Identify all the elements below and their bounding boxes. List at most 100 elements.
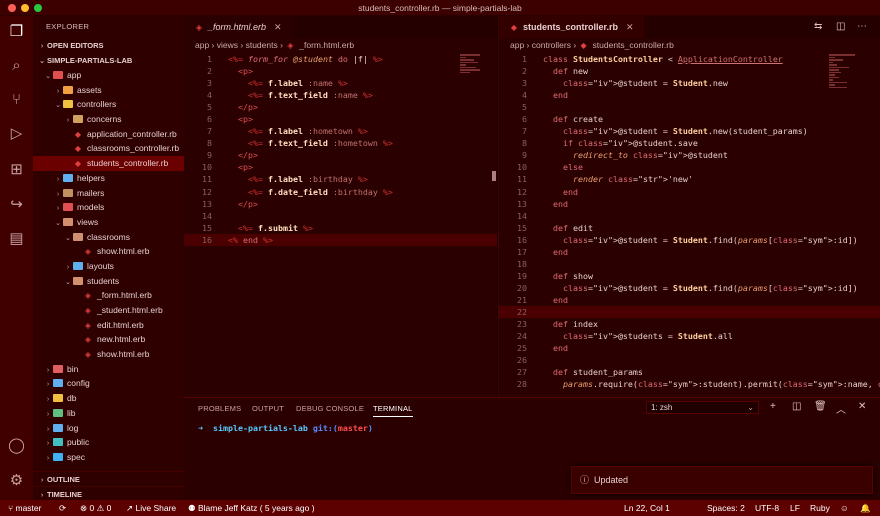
- tab-output[interactable]: OUTPUT: [252, 404, 284, 413]
- file-tree-item[interactable]: › db: [33, 391, 184, 406]
- code-line[interactable]: 17 end: [499, 246, 880, 258]
- sync-icon[interactable]: ⟳: [59, 500, 66, 516]
- file-tree-item[interactable]: ⌄ views: [33, 215, 184, 230]
- language-mode[interactable]: Ruby: [810, 500, 830, 516]
- code-line[interactable]: 5: [499, 101, 880, 113]
- close-panel-icon[interactable]: ✕: [858, 401, 866, 412]
- live-share-button[interactable]: ↗ Live Share: [126, 500, 176, 516]
- code-line[interactable]: 15 def edit: [499, 222, 880, 234]
- encoding[interactable]: UTF-8: [755, 500, 779, 516]
- code-line[interactable]: 15 <%= f.submit %>: [184, 222, 497, 234]
- close-window-button[interactable]: [8, 4, 16, 12]
- code-line[interactable]: 16 class="iv">@student = Student.find(pa…: [499, 234, 880, 246]
- code-line[interactable]: 12 end: [499, 186, 880, 198]
- code-line[interactable]: 25 end: [499, 342, 880, 354]
- tab-terminal[interactable]: TERMINAL: [373, 404, 413, 417]
- minimize-window-button[interactable]: [21, 4, 29, 12]
- file-tree-item[interactable]: ◈ new.html.erb: [33, 332, 184, 347]
- file-tree-item[interactable]: › models: [33, 200, 184, 215]
- file-tree-item[interactable]: ◆ application_controller.rb: [33, 127, 184, 142]
- file-tree-item[interactable]: ◈ edit.html.erb: [33, 318, 184, 333]
- code-line[interactable]: 3 class="iv">@student = Student.new: [499, 77, 880, 89]
- file-tree-item[interactable]: ⌄ classrooms: [33, 230, 184, 245]
- code-line[interactable]: 14: [184, 210, 497, 222]
- file-tree-item[interactable]: › lib: [33, 406, 184, 421]
- file-tree-item[interactable]: › assets: [33, 83, 184, 98]
- close-tab-icon[interactable]: ✕: [626, 22, 634, 32]
- file-tree-item[interactable]: ◈ show.html.erb: [33, 244, 184, 259]
- code-line[interactable]: 18: [499, 258, 880, 270]
- file-tree-item[interactable]: › bin: [33, 362, 184, 377]
- feedback-icon[interactable]: ☺: [840, 500, 849, 516]
- timeline-section[interactable]: › TIMELINE: [33, 486, 184, 500]
- code-line[interactable]: 4 end: [499, 89, 880, 101]
- file-tree-item[interactable]: ◆ students_controller.rb: [33, 156, 184, 171]
- search-icon[interactable]: ⌕: [7, 56, 26, 75]
- code-area-left[interactable]: 1 <%= form_for @student do |f| %> 2 <p> 3 <…: [184, 53, 497, 397]
- problems-indicator[interactable]: ⊗ 0 ⚠ 0: [80, 500, 111, 516]
- outline-section[interactable]: › OUTLINE: [33, 471, 184, 486]
- file-tree-item[interactable]: › public: [33, 435, 184, 450]
- code-line[interactable]: 27 def student_params: [499, 366, 880, 378]
- git-blame[interactable]: ⚉ Blame Jeff Katz ( 5 years ago ): [188, 500, 315, 516]
- scrollbar-left[interactable]: [492, 171, 496, 181]
- code-line[interactable]: 24 class="iv">@students = Student.all: [499, 330, 880, 342]
- file-tree-item[interactable]: › mailers: [33, 186, 184, 201]
- code-line[interactable]: 7 class="iv">@student = Student.new(stud…: [499, 125, 880, 137]
- split-terminal-icon[interactable]: ◫: [792, 401, 801, 412]
- file-tree-item[interactable]: ◆ classrooms_controller.rb: [33, 141, 184, 156]
- code-line[interactable]: 6 <p>: [184, 113, 497, 125]
- code-line[interactable]: 22: [499, 305, 880, 319]
- code-line[interactable]: 3 <%= f.label :name %>: [184, 77, 497, 89]
- file-tree-item[interactable]: ◈ show.html.erb: [33, 347, 184, 362]
- file-tree-item[interactable]: › log: [33, 421, 184, 436]
- line-ending[interactable]: LF: [790, 500, 800, 516]
- notification-toast[interactable]: ⓘ Updated: [571, 466, 873, 494]
- file-tree-item[interactable]: › concerns: [33, 112, 184, 127]
- code-line[interactable]: 11 render class="str">'new': [499, 173, 880, 185]
- code-line[interactable]: 23 def index: [499, 318, 880, 330]
- code-line[interactable]: 2 <p>: [184, 65, 497, 77]
- terminal-select[interactable]: 1: zsh ⌄: [646, 401, 759, 414]
- code-line[interactable]: 26: [499, 354, 880, 366]
- open-changes-icon[interactable]: ⇆: [814, 21, 822, 32]
- code-line[interactable]: 10 else: [499, 161, 880, 173]
- tab-students-controller[interactable]: ◆ students_controller.rb ✕: [499, 16, 644, 38]
- breadcrumb-item[interactable]: students: [246, 40, 278, 50]
- notifications-bell-icon[interactable]: 🔔: [860, 500, 871, 516]
- code-line[interactable]: 13 end: [499, 198, 880, 210]
- new-terminal-icon[interactable]: +: [770, 401, 776, 412]
- code-line[interactable]: 9 </p>: [184, 149, 497, 161]
- code-line[interactable]: 2 def new: [499, 65, 880, 77]
- split-editor-icon[interactable]: ◫: [836, 21, 845, 32]
- file-tree-item[interactable]: › spec: [33, 450, 184, 465]
- code-line[interactable]: 1 <%= form_for @student do |f| %>: [184, 53, 497, 65]
- maximize-window-button[interactable]: [34, 4, 42, 12]
- source-control-icon[interactable]: ⑂: [7, 90, 26, 109]
- code-line[interactable]: 10 <p>: [184, 161, 497, 173]
- extensions-icon[interactable]: ⊞: [7, 160, 26, 179]
- account-icon[interactable]: ◯: [7, 436, 26, 455]
- code-line[interactable]: 6 def create: [499, 113, 880, 125]
- file-tree-item[interactable]: ◈ _form.html.erb: [33, 288, 184, 303]
- code-line[interactable]: 28 params.require(class="sym">:student).…: [499, 378, 880, 390]
- run-debug-icon[interactable]: ▷: [7, 124, 26, 143]
- code-line[interactable]: 1 class StudentsController < ApplicationC…: [499, 53, 880, 65]
- code-line[interactable]: 5 </p>: [184, 101, 497, 113]
- file-tree-item[interactable]: ◈ _student.html.erb: [33, 303, 184, 318]
- file-tree-item[interactable]: › layouts: [33, 259, 184, 274]
- files-icon[interactable]: ❐: [7, 22, 26, 41]
- code-line[interactable]: 8 if class="iv">@student.save: [499, 137, 880, 149]
- code-line[interactable]: 7 <%= f.label :hometown %>: [184, 125, 497, 137]
- tab-debug-console[interactable]: DEBUG CONSOLE: [296, 404, 364, 413]
- code-line[interactable]: 19 def show: [499, 270, 880, 282]
- code-line[interactable]: 9 redirect_to class="iv">@student: [499, 149, 880, 161]
- breadcrumb-item[interactable]: app: [510, 40, 524, 50]
- file-tree-item[interactable]: ⌄ app: [33, 68, 184, 83]
- trash-icon[interactable]: 🗑: [814, 401, 827, 412]
- close-tab-icon[interactable]: ✕: [274, 22, 282, 32]
- project-section[interactable]: ⌄ SIMPLE-PARTIALS-LAB: [33, 53, 184, 68]
- code-line[interactable]: 8 <%= f.text_field :hometown %>: [184, 137, 497, 149]
- code-line[interactable]: 11 <%= f.label :birthday %>: [184, 173, 497, 185]
- more-actions-icon[interactable]: ⋯: [857, 21, 867, 32]
